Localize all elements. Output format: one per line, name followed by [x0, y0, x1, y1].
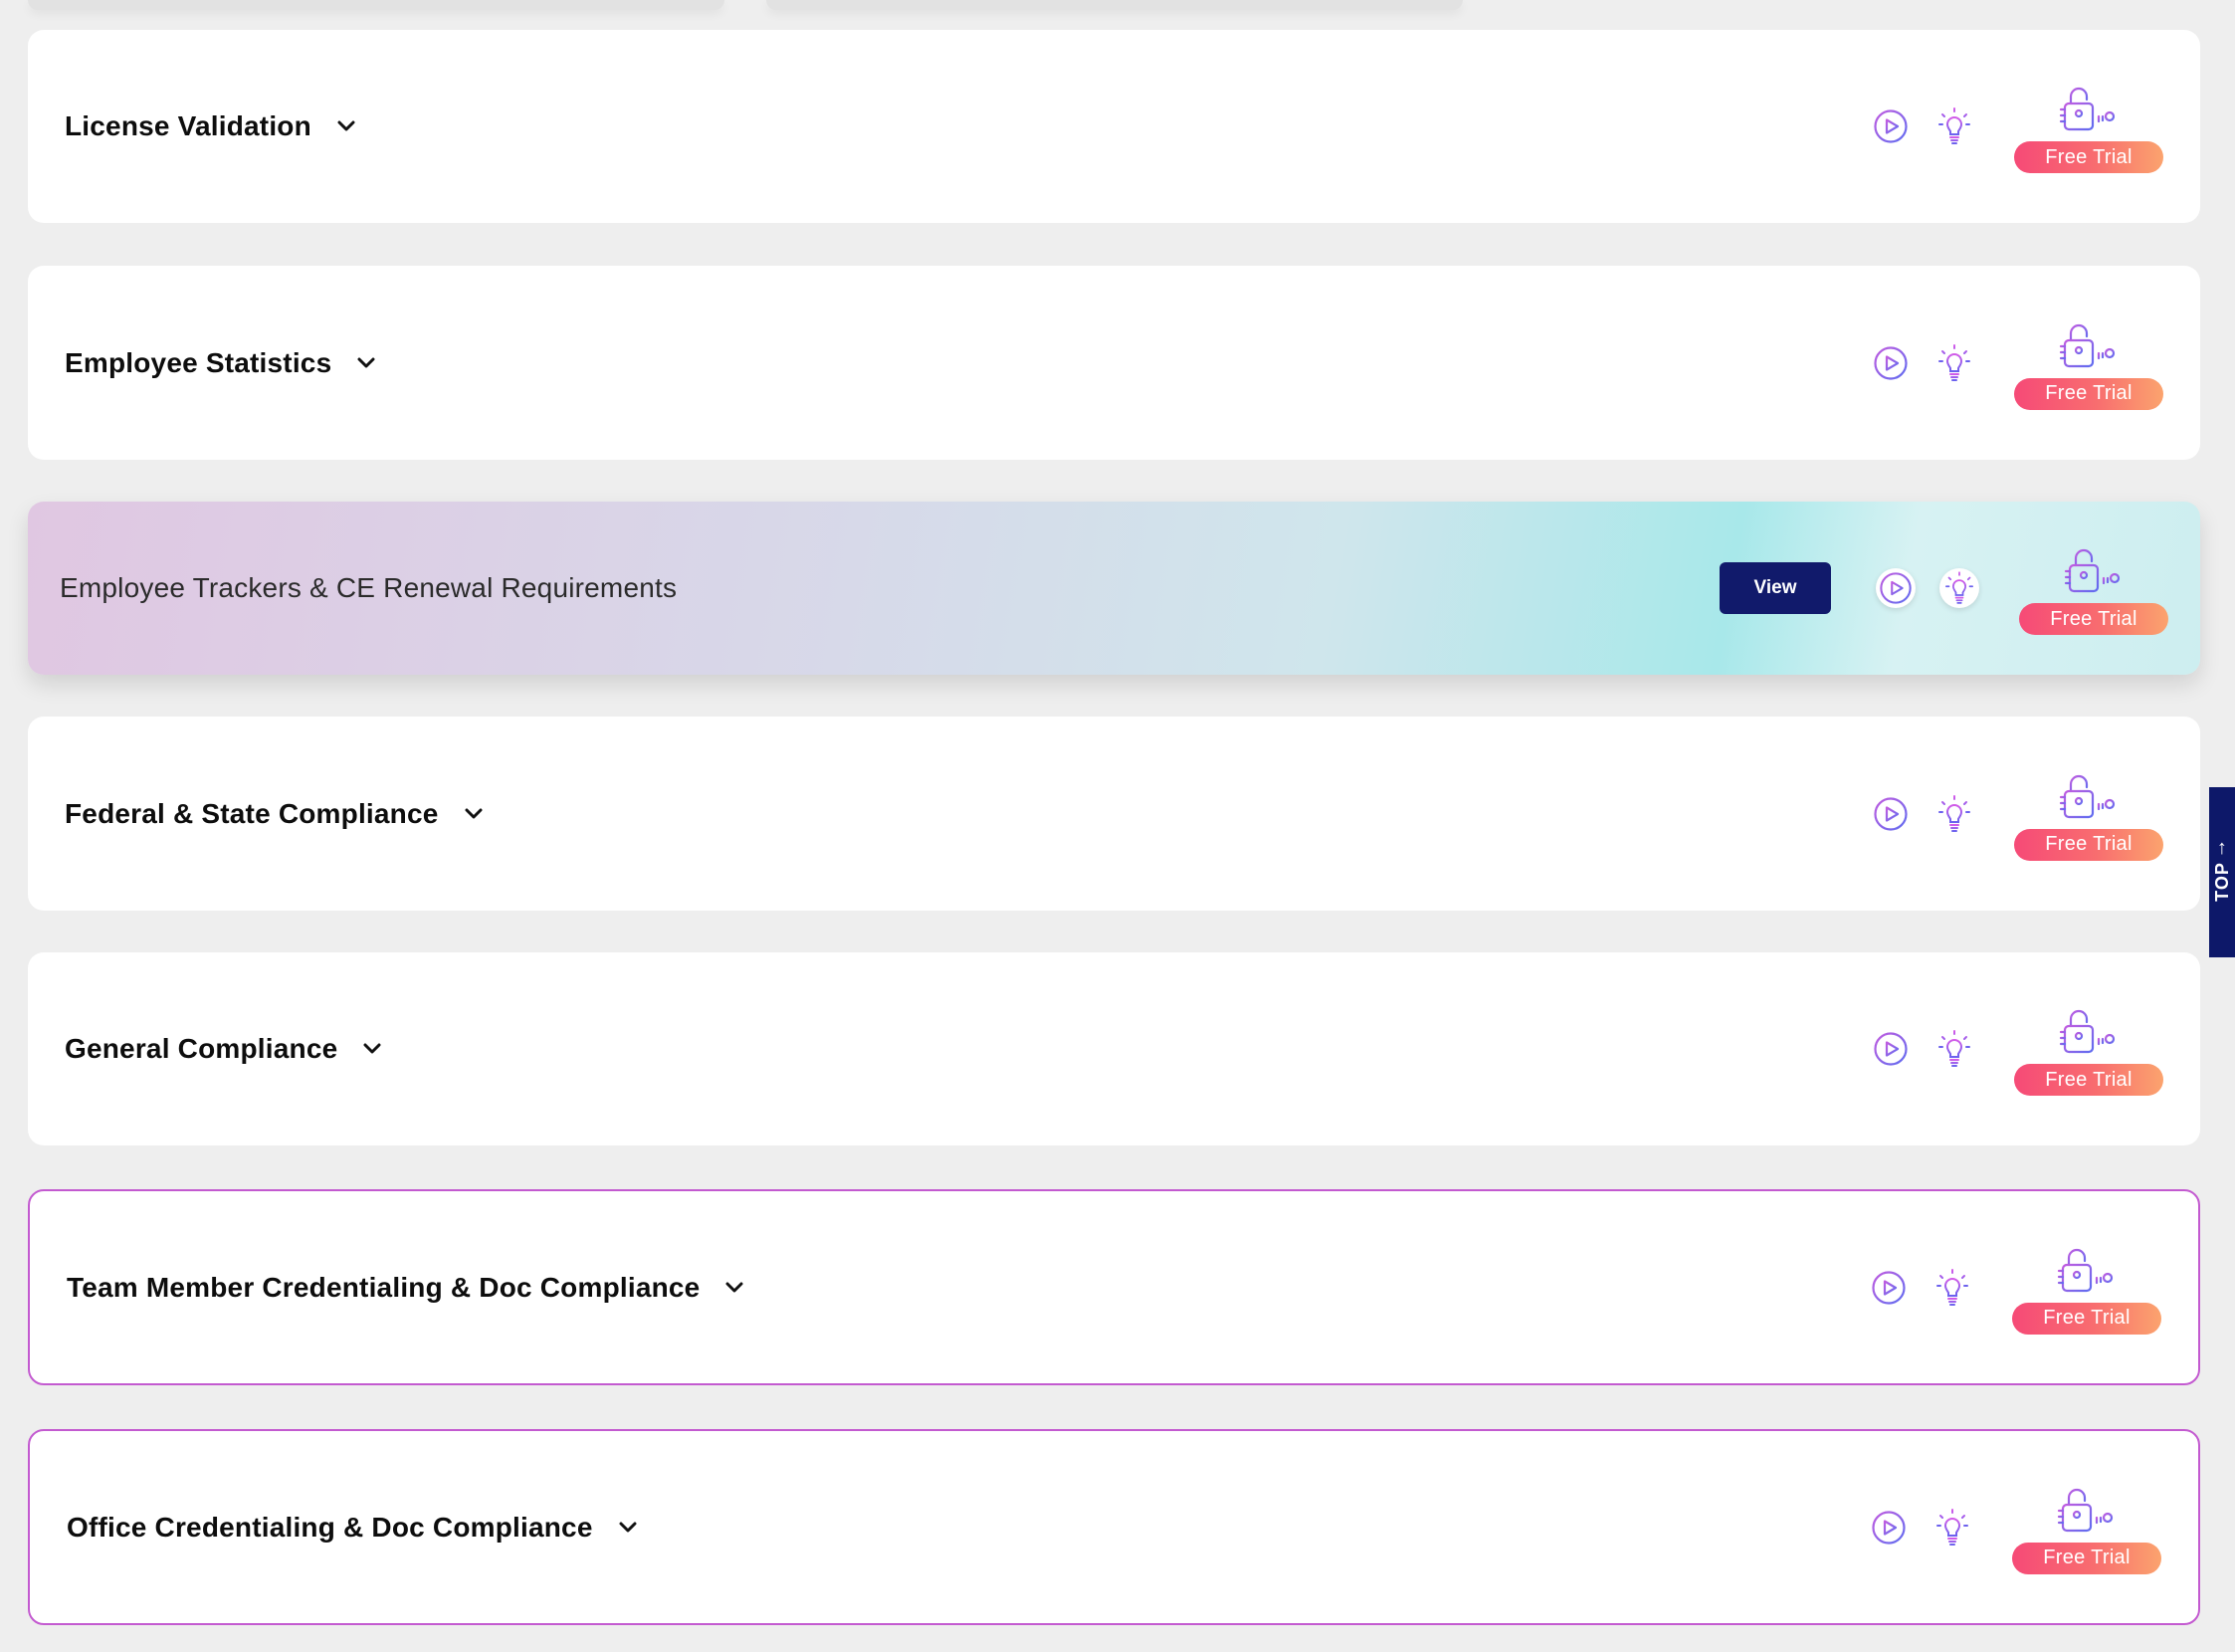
play-icon[interactable] — [1871, 1029, 1911, 1069]
module-row-federal-state-compliance[interactable]: Federal & State Compliance Free Trial — [28, 717, 2200, 911]
row-title: General Compliance — [65, 1033, 338, 1064]
lock-key-icon — [2059, 323, 2116, 367]
row-header[interactable]: Employee Statistics — [65, 266, 377, 460]
free-trial-block: Free Trial — [2012, 1485, 2161, 1574]
module-row-employee-statistics[interactable]: Employee Statistics Free Trial — [28, 266, 2200, 460]
scroll-top-label: TOP — [2211, 862, 2232, 902]
chevron-down-icon[interactable] — [463, 803, 485, 825]
page: License Validation Free Trial Employee S… — [0, 0, 2235, 1652]
row-actions: Free Trial — [1871, 952, 2163, 1145]
module-row-license-validation[interactable]: License Validation Free Trial — [28, 30, 2200, 223]
play-icon[interactable] — [1871, 794, 1911, 834]
free-trial-button[interactable]: Free Trial — [2014, 828, 2163, 861]
play-icon[interactable] — [1871, 106, 1911, 146]
row-title: Office Credentialing & Doc Compliance — [67, 1511, 593, 1543]
lightbulb-icon[interactable] — [1934, 794, 1974, 834]
row-header[interactable]: Team Member Credentialing & Doc Complian… — [67, 1191, 745, 1383]
lightbulb-icon[interactable] — [1932, 1508, 1972, 1548]
previous-section-edge — [766, 0, 1463, 10]
row-header[interactable]: Federal & State Compliance — [65, 717, 485, 911]
lock-key-icon — [2057, 1488, 2114, 1532]
play-icon[interactable] — [1869, 1508, 1909, 1548]
free-trial-button[interactable]: Free Trial — [2014, 1064, 2163, 1096]
free-trial-block: Free Trial — [2014, 320, 2163, 410]
lock-key-icon — [2059, 87, 2116, 131]
row-title: Employee Statistics — [65, 346, 332, 378]
free-trial-button[interactable]: Free Trial — [2012, 1542, 2161, 1574]
lightbulb-icon[interactable] — [1934, 106, 1974, 146]
chevron-down-icon[interactable] — [355, 352, 377, 374]
free-trial-block: Free Trial — [2014, 84, 2163, 173]
row-title: Employee Trackers & CE Renewal Requireme… — [60, 572, 678, 603]
lightbulb-icon[interactable] — [1939, 568, 1979, 608]
lightbulb-icon[interactable] — [1934, 1029, 1974, 1069]
lightbulb-icon[interactable] — [1932, 1268, 1972, 1308]
row-actions: Free Trial — [1876, 502, 2168, 675]
row-header[interactable]: Employee Trackers & CE Renewal Requireme… — [60, 502, 677, 675]
module-row-team-member-credentialing[interactable]: Team Member Credentialing & Doc Complian… — [28, 1189, 2200, 1385]
module-row-general-compliance[interactable]: General Compliance Free Trial — [28, 952, 2200, 1145]
free-trial-block: Free Trial — [2019, 545, 2168, 635]
free-trial-button[interactable]: Free Trial — [2012, 1302, 2161, 1335]
free-trial-button[interactable]: Free Trial — [2014, 141, 2163, 173]
play-icon[interactable] — [1869, 1268, 1909, 1308]
row-actions: Free Trial — [1871, 717, 2163, 911]
lock-key-icon — [2057, 1248, 2114, 1292]
free-trial-block: Free Trial — [2014, 771, 2163, 861]
free-trial-block: Free Trial — [2014, 1006, 2163, 1096]
play-icon[interactable] — [1871, 343, 1911, 383]
row-title: Team Member Credentialing & Doc Complian… — [67, 1271, 701, 1303]
previous-section-edge — [28, 0, 724, 10]
row-actions: Free Trial — [1869, 1431, 2161, 1623]
chevron-down-icon[interactable] — [723, 1277, 745, 1299]
scroll-top-button[interactable]: TOP ↑ — [2209, 787, 2235, 957]
lock-key-icon — [2059, 774, 2116, 818]
lightbulb-icon[interactable] — [1934, 343, 1974, 383]
row-actions: Free Trial — [1871, 266, 2163, 460]
row-title: License Validation — [65, 110, 311, 141]
free-trial-button[interactable]: Free Trial — [2014, 377, 2163, 410]
module-row-office-credentialing[interactable]: Office Credentialing & Doc Compliance Fr… — [28, 1429, 2200, 1625]
play-icon[interactable] — [1876, 568, 1916, 608]
row-actions: Free Trial — [1871, 30, 2163, 223]
lock-key-icon — [2059, 1009, 2116, 1054]
view-button[interactable]: View — [1720, 562, 1831, 614]
row-header[interactable]: General Compliance — [65, 952, 383, 1145]
chevron-down-icon[interactable] — [335, 115, 357, 137]
row-header[interactable]: License Validation — [65, 30, 357, 223]
chevron-down-icon[interactable] — [617, 1517, 639, 1539]
arrow-up-icon: ↑ — [2216, 837, 2228, 860]
row-actions: Free Trial — [1869, 1191, 2161, 1383]
free-trial-block: Free Trial — [2012, 1245, 2161, 1335]
row-title: Federal & State Compliance — [65, 797, 439, 829]
chevron-down-icon[interactable] — [361, 1038, 383, 1060]
row-header[interactable]: Office Credentialing & Doc Compliance — [67, 1431, 639, 1623]
free-trial-button[interactable]: Free Trial — [2019, 603, 2168, 635]
module-row-employee-trackers[interactable]: Employee Trackers & CE Renewal Requireme… — [28, 502, 2200, 675]
lock-key-icon — [2064, 548, 2121, 593]
